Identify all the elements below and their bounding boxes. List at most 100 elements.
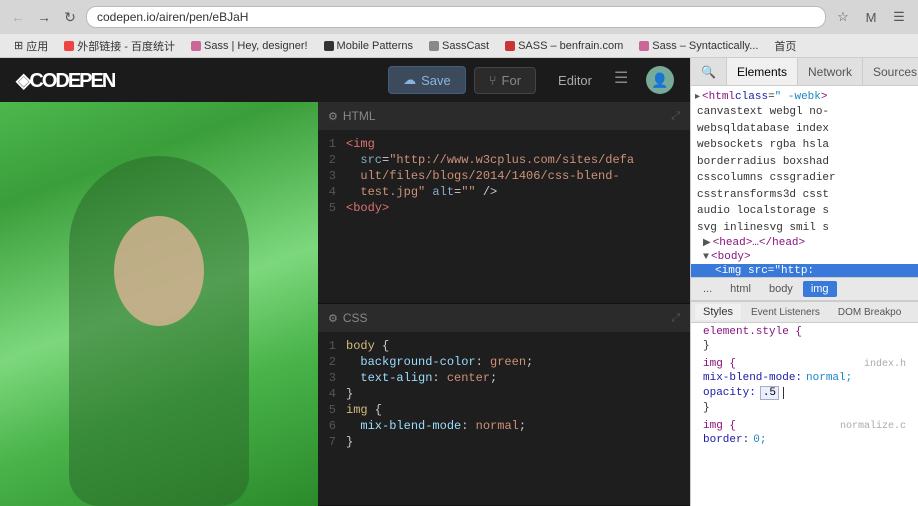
dom-line: ▸ <html class=" -webk >	[691, 90, 918, 104]
style-mix-blend-line: mix-blend-mode: normal;	[697, 371, 912, 385]
code-line: 3 text-align: center;	[318, 370, 690, 386]
back-button[interactable]: ←	[8, 7, 28, 27]
style-img-selector-line: img { index.h	[697, 357, 912, 371]
editor-button[interactable]: Editor	[544, 68, 606, 93]
code-line: 6 mix-blend-mode: normal;	[318, 418, 690, 434]
code-line: 4 }	[318, 386, 690, 402]
tab-dom-breakpoints[interactable]: DOM Breakpo	[830, 305, 909, 320]
bookmark-mobile-patterns[interactable]: M Mobile Patterns	[318, 39, 419, 53]
code-line: 5 <body>	[318, 200, 690, 216]
browser-chrome: ← → ↻ codepen.io/airen/pen/eBJaH ☆ M ☰ ⊞…	[0, 0, 918, 58]
save-label: Save	[421, 73, 451, 88]
code-line: 7 }	[318, 434, 690, 450]
tab-event-listeners[interactable]: Event Listeners	[743, 305, 828, 320]
opacity-value[interactable]: .5	[760, 386, 779, 400]
bookmark-sasscast[interactable]: SassCast	[423, 39, 495, 53]
style-rule-element: element.style { }	[691, 323, 918, 355]
css-gear-icon[interactable]: ⚙	[328, 312, 338, 325]
codepen-header: ◈CODEPEN ☁ Save ⑂ For Editor ☰ 👤	[0, 58, 690, 102]
style-selector-line: element.style {	[697, 325, 912, 339]
html-gear-icon[interactable]: ⚙	[328, 110, 338, 123]
code-line: 2 background-color: green;	[318, 354, 690, 370]
html-panel: ⚙ HTML ⤢ 1 <img 2 src="http://www.w3cplu…	[318, 102, 690, 304]
style-border-line: border: 0;	[697, 433, 912, 447]
browser-nav: ← → ↻ codepen.io/airen/pen/eBJaH ☆ M ☰	[0, 0, 918, 34]
address-text: codepen.io/airen/pen/eBJaH	[97, 10, 248, 24]
star-icon[interactable]: ☆	[832, 6, 854, 28]
breadcrumb-body[interactable]: body	[761, 281, 801, 297]
html-panel-header: ⚙ HTML ⤢	[318, 102, 690, 130]
css-title-text: CSS	[343, 311, 368, 325]
devtools-breadcrumb-tabs: ... html body img	[691, 277, 918, 301]
codepen-panel: ◈CODEPEN ☁ Save ⑂ For Editor ☰ 👤	[0, 58, 690, 506]
tab-elements-label: Elements	[737, 65, 787, 79]
user-avatar: 👤	[646, 66, 674, 94]
style-img2-selector-line: img { normalize.c	[697, 419, 912, 433]
code-line: 4 test.jpg" alt="" />	[318, 184, 690, 200]
style-rule-img: img { index.h mix-blend-mode: normal; op…	[691, 355, 918, 417]
browser-menu-icon[interactable]: ☰	[888, 6, 910, 28]
codepen-toolbar: ☁ Save ⑂ For Editor ☰ 👤	[388, 66, 674, 94]
code-line: 3 ult/files/blogs/2014/1406/css-blend-	[318, 168, 690, 184]
dom-feature-list: canvastext webgl no- websqldatabase inde…	[691, 104, 918, 236]
bookmark-apps[interactable]: ⊞ 应用	[8, 37, 54, 55]
breadcrumb-dots[interactable]: ...	[695, 281, 720, 297]
panels-area: ⚙ HTML ⤢ 1 <img 2 src="http://www.w3cplu…	[0, 102, 690, 506]
devtools-search-icon[interactable]: 🔍	[691, 58, 727, 85]
code-line: 2 src="http://www.w3cplus.com/sites/defa	[318, 152, 690, 168]
main-area: ◈CODEPEN ☁ Save ⑂ For Editor ☰ 👤	[0, 58, 918, 506]
style-close-brace: }	[697, 339, 912, 353]
refresh-button[interactable]: ↻	[60, 7, 80, 27]
code-panels: ⚙ HTML ⤢ 1 <img 2 src="http://www.w3cplu…	[318, 102, 690, 506]
bookmark-home[interactable]: 首页	[768, 37, 802, 55]
css-panel: ⚙ CSS ⤢ 1 body { 2 background-color: gre…	[318, 304, 690, 506]
cloud-icon: ☁	[403, 72, 416, 88]
tab-sources-label: Sources	[873, 65, 917, 79]
bookmark-sass-hey[interactable]: Sass | Hey, designer!	[185, 39, 314, 53]
breadcrumb-html[interactable]: html	[722, 281, 759, 297]
save-button[interactable]: ☁ Save	[388, 66, 466, 94]
css-code-content[interactable]: 1 body { 2 background-color: green; 3 te…	[318, 332, 690, 505]
tab-elements[interactable]: Elements	[727, 58, 798, 85]
code-line: 1 <img	[318, 136, 690, 152]
css-expand-button[interactable]: ⤢	[671, 312, 680, 325]
css-panel-title: ⚙ CSS	[328, 311, 368, 325]
fork-button[interactable]: ⑂ For	[474, 67, 536, 94]
code-line: 5 img {	[318, 402, 690, 418]
styles-panel: element.style { } img { index.h mix-blen…	[691, 323, 918, 506]
collapse-arrow[interactable]: ▸	[695, 91, 700, 103]
tab-styles[interactable]: Styles	[695, 304, 741, 320]
dom-tree: ▸ <html class=" -webk > canvastext webgl…	[691, 86, 918, 277]
codepen-menu-button[interactable]: ☰	[614, 68, 638, 92]
style-img-close: }	[697, 401, 912, 415]
tab-sources[interactable]: Sources	[863, 58, 918, 85]
devtools-panel: 🔍 Elements Network Sources Tim ▸ <html c…	[690, 58, 918, 506]
html-code-content[interactable]: 1 <img 2 src="http://www.w3cplus.com/sit…	[318, 130, 690, 303]
style-tabs: Styles Event Listeners DOM Breakpo	[691, 301, 918, 323]
fork-icon: ⑂	[489, 73, 497, 88]
code-line: 1 body {	[318, 338, 690, 354]
tab-network[interactable]: Network	[798, 58, 863, 85]
dom-line: ▶ <head>…</head>	[691, 236, 918, 250]
editor-label: Editor	[558, 73, 592, 88]
bookmark-sass-benfrain[interactable]: SASS – benfrain.com	[499, 39, 629, 53]
tab-network-label: Network	[808, 65, 852, 79]
style-opacity-line: opacity: .5	[697, 385, 912, 401]
preview-panel	[0, 102, 318, 506]
address-bar[interactable]: codepen.io/airen/pen/eBJaH	[86, 6, 826, 28]
breadcrumb-img[interactable]: img	[803, 281, 837, 297]
bookmark-sass-syntactically[interactable]: Sass – Syntactically...	[633, 39, 764, 53]
html-expand-button[interactable]: ⤢	[671, 110, 680, 123]
bookmark-baidu[interactable]: 外部链接 - 百度统计	[58, 37, 181, 55]
dom-line: ▼ <body>	[691, 250, 918, 264]
html-panel-title: ⚙ HTML	[328, 109, 376, 123]
fork-label: For	[502, 73, 522, 88]
devtools-tabs: 🔍 Elements Network Sources Tim	[691, 58, 918, 86]
forward-button[interactable]: →	[34, 7, 54, 27]
profile-icon[interactable]: M	[860, 6, 882, 28]
css-panel-header: ⚙ CSS ⤢	[318, 304, 690, 332]
style-rule-img2: img { normalize.c border: 0;	[691, 417, 918, 449]
html-title-text: HTML	[343, 109, 376, 123]
codepen-logo: ◈CODEPEN	[16, 68, 114, 93]
dom-line-selected[interactable]: <img src="http:	[691, 264, 918, 277]
